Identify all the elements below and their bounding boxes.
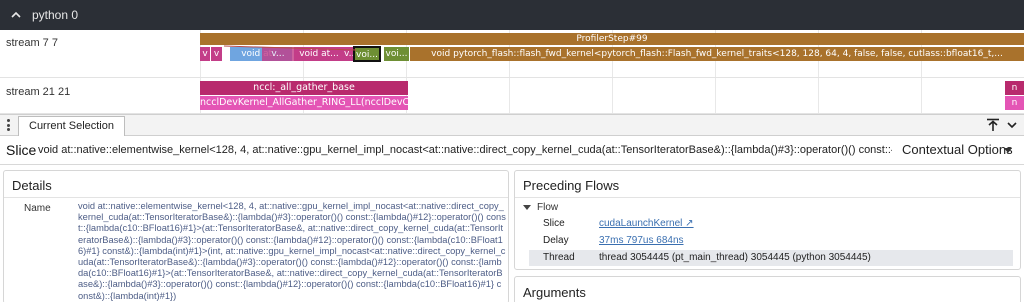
chevron-up-icon[interactable] bbox=[10, 9, 22, 21]
flow-row-thread: Thread thread 3054445 (pt_main_thread) 3… bbox=[529, 250, 1013, 266]
thread-value: thread 3054445 (pt_main_thread) 3054445 … bbox=[599, 252, 871, 263]
arguments-title: Arguments bbox=[523, 285, 586, 300]
flow-group-toggle[interactable]: Flow bbox=[523, 202, 558, 213]
process-header[interactable]: python 0 bbox=[0, 0, 1024, 30]
details-title: Details bbox=[12, 178, 52, 193]
flow-key: Delay bbox=[543, 235, 569, 246]
slice-kernel[interactable]: voi... bbox=[384, 47, 409, 61]
flows-title: Preceding Flows bbox=[523, 178, 620, 193]
slice-nccl-all-gather[interactable]: nccl:_all_gather_base bbox=[200, 81, 408, 95]
slice-flash-fwd-kernel[interactable]: void pytorch_flash::flash_fwd_kernel<pyt… bbox=[410, 47, 1024, 61]
name-value: void at::native::elementwise_kernel<128,… bbox=[78, 201, 506, 301]
preceding-flows-card: Preceding Flows Flow Slice cudaLaunchKer… bbox=[514, 170, 1021, 270]
delay-link[interactable]: 37ms 797us 684ns bbox=[599, 233, 684, 249]
pin-top-icon[interactable] bbox=[985, 117, 1001, 133]
selection-header: Slice void at::native::elementwise_kerne… bbox=[0, 137, 1024, 165]
timeline-track-stream-21[interactable]: stream 21 21 nccl:_all_gather_base ncclD… bbox=[0, 78, 1024, 114]
flow-key: Slice bbox=[543, 218, 565, 229]
process-title: python 0 bbox=[32, 8, 79, 22]
dropdown-caret-icon[interactable] bbox=[1004, 148, 1012, 153]
slice-nccl-kernel[interactable]: ncclDevKernel_AllGather_RING_LL(ncclDevC… bbox=[200, 96, 408, 110]
chevron-down-icon[interactable] bbox=[1006, 119, 1018, 131]
tab-current-selection[interactable]: Current Selection bbox=[18, 116, 125, 136]
details-card: Details Name void at::native::elementwis… bbox=[3, 170, 509, 302]
slice-kernel[interactable]: v bbox=[200, 47, 210, 61]
more-vert-icon[interactable] bbox=[7, 119, 11, 131]
track-label: stream 21 21 bbox=[6, 86, 71, 98]
slice-nccl[interactable]: n bbox=[1005, 81, 1024, 95]
name-label: Name bbox=[24, 203, 51, 214]
flow-key: Thread bbox=[543, 252, 575, 263]
flow-group-label: Flow bbox=[537, 202, 559, 213]
flow-arrow-icon bbox=[223, 45, 357, 51]
contextual-options-button[interactable]: Contextual Options bbox=[902, 142, 1013, 157]
bottom-panel-bar: Current Selection bbox=[0, 114, 1024, 136]
slice-nccl-kernel[interactable]: n bbox=[1005, 96, 1024, 110]
flow-row-slice: Slice cudaLaunchKernel ↗ bbox=[529, 216, 1013, 232]
timeline-track-stream-7[interactable]: stream 7 7 ProfilerStep#99 void pytorch_… bbox=[0, 30, 1024, 78]
selection-kind: Slice bbox=[6, 142, 37, 158]
arguments-card: Arguments bbox=[514, 276, 1021, 302]
flow-row-delay: Delay 37ms 797us 684ns bbox=[529, 233, 1013, 249]
expand-icon bbox=[523, 204, 531, 210]
cuda-launch-kernel-link[interactable]: cudaLaunchKernel ↗ bbox=[599, 216, 694, 232]
track-label: stream 7 7 bbox=[6, 37, 58, 49]
selection-name: void at::native::elementwise_kernel<128,… bbox=[38, 144, 892, 156]
